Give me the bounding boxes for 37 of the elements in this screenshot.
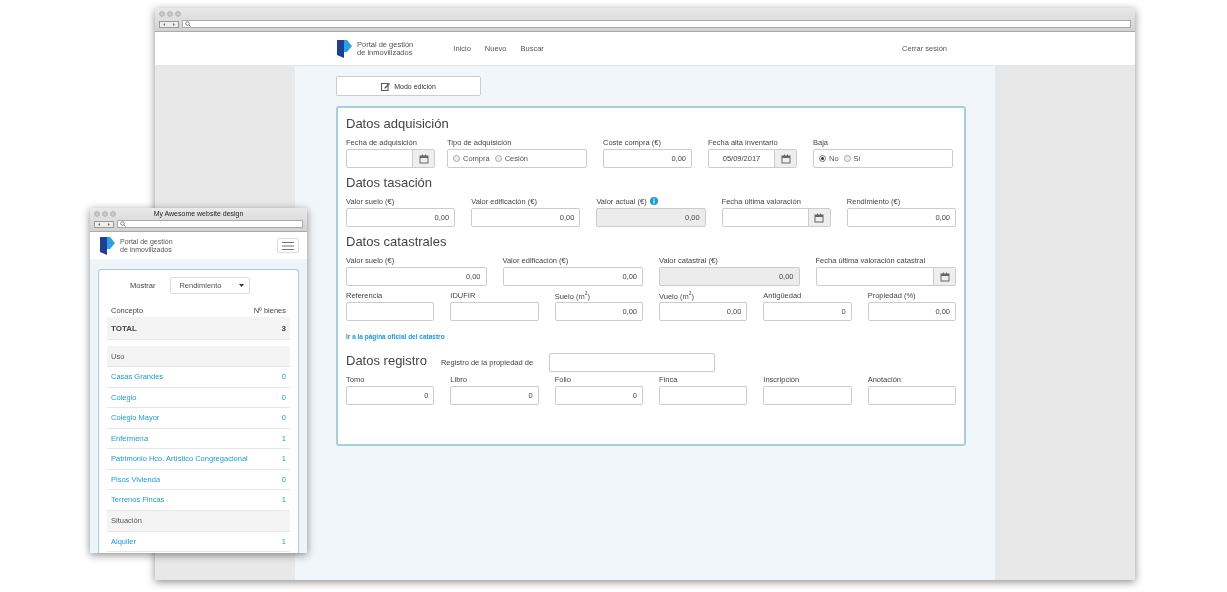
input-field[interactable] [346,302,435,321]
menu-button[interactable] [277,238,299,253]
section-title: Datos registro [346,353,427,368]
back-forward-icon [159,20,179,28]
input-field[interactable] [659,386,748,405]
back-forward-icon [94,220,114,228]
date-field[interactable] [815,267,956,286]
radio-button[interactable] [819,155,826,162]
search-icon [185,21,191,27]
edit-icon [381,81,391,91]
address-bar[interactable] [117,220,303,228]
input-field[interactable] [867,386,956,405]
calendar-icon [939,271,950,282]
table-cell: TOTAL [111,323,137,333]
logo-icon [337,39,352,58]
calendar-icon [780,153,791,164]
menu-icon [282,241,294,250]
radio-button[interactable] [494,155,502,162]
section-title: Datos catastrales [346,234,447,249]
radio-button[interactable] [843,155,851,162]
input-field[interactable] [763,386,852,405]
window-controls-icon [159,11,181,17]
calendar-icon [418,153,429,164]
date-field[interactable] [346,149,435,168]
section-title: Datos adquisición [346,116,449,131]
caret-icon [239,284,245,287]
radio-button[interactable] [453,155,460,162]
calendar-icon [814,212,825,223]
address-bar[interactable] [182,20,1131,28]
section-title: Datos tasación [346,175,432,190]
search-icon [120,221,126,227]
input-field[interactable] [549,352,716,372]
date-field[interactable] [721,208,831,227]
input-field[interactable] [450,302,539,321]
table-cell: 3 [281,323,286,333]
logo-icon [100,236,115,255]
window-controls-icon [94,211,116,217]
